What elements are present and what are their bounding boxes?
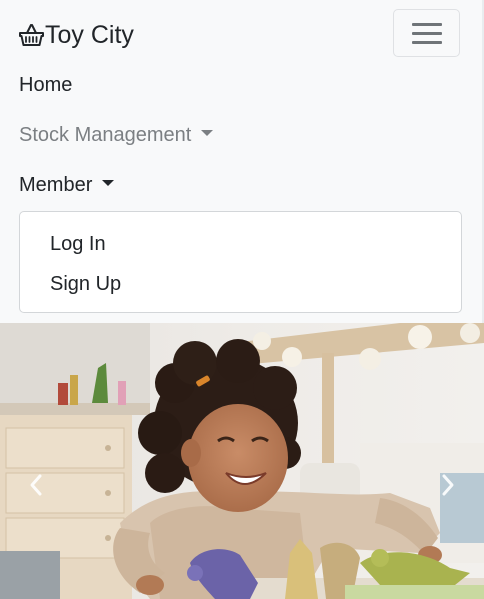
nav-dropdown-member-label: Member xyxy=(19,174,93,196)
brand-link[interactable]: Toy City xyxy=(19,18,134,52)
chevron-left-icon xyxy=(30,474,42,496)
nav-dropdown-member[interactable]: Member xyxy=(19,172,115,198)
child-playing-with-toys-photo xyxy=(0,323,484,599)
page: Toy City Home Stock Management Member Lo… xyxy=(0,0,484,599)
member-dropdown-menu: Log In Sign Up xyxy=(19,211,462,313)
dropdown-item-log-in-label: Log In xyxy=(50,233,106,255)
nav-dropdown-stock-management-label: Stock Management xyxy=(19,124,192,146)
caret-down-icon xyxy=(201,129,214,136)
nav-link-home-label: Home xyxy=(19,74,73,96)
navbar: Toy City Home Stock Management Member Lo… xyxy=(0,0,484,323)
navbar-toggler-button[interactable] xyxy=(393,9,460,57)
dropdown-item-sign-up[interactable]: Sign Up xyxy=(50,271,121,297)
brand-label: Toy City xyxy=(45,21,134,49)
carousel xyxy=(0,323,484,599)
hamburger-menu-icon xyxy=(412,23,442,26)
nav-link-home[interactable]: Home xyxy=(19,72,72,98)
dropdown-item-sign-up-label: Sign Up xyxy=(50,273,122,295)
caret-down-icon xyxy=(102,179,115,186)
hamburger-line xyxy=(412,32,442,35)
basket-icon xyxy=(19,23,45,47)
chevron-right-icon xyxy=(442,474,454,496)
dropdown-item-log-in[interactable]: Log In xyxy=(50,231,106,257)
carousel-next-button[interactable] xyxy=(432,470,462,500)
hamburger-line xyxy=(412,41,442,44)
carousel-prev-button[interactable] xyxy=(22,470,52,500)
nav-dropdown-stock-management[interactable]: Stock Management xyxy=(19,122,214,148)
